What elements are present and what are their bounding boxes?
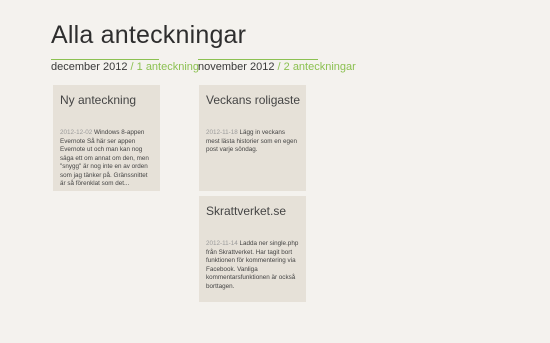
page-title: Alla anteckningar <box>51 21 247 49</box>
note-date: 2012-11-18 <box>206 129 238 136</box>
group-separator: / <box>130 61 134 73</box>
group-count: 2 anteckningar <box>283 61 356 73</box>
note-text: Ladda ner single.php från Skrattverket. … <box>206 240 299 290</box>
note-tile[interactable]: Skrattverket.se 2012-11-14 Ladda ner sin… <box>199 196 306 302</box>
group-underline <box>51 59 159 60</box>
note-tile[interactable]: Veckans roligaste 2012-11-18 Lägg in vec… <box>199 85 306 191</box>
note-preview: 2012-11-14 Ladda ner single.php från Skr… <box>206 240 299 291</box>
note-tile[interactable]: Ny anteckning 2012-12-02 Windows 8-appen… <box>53 85 160 191</box>
note-title: Ny anteckning <box>60 93 137 107</box>
group-underline <box>198 59 318 60</box>
note-preview: 2012-12-02 Windows 8-appen Evernote Så h… <box>60 129 153 189</box>
note-title: Skrattverket.se <box>206 204 287 218</box>
group-separator: / <box>277 61 281 73</box>
group-header-december[interactable]: december 2012 / 1 anteckning <box>51 59 200 74</box>
note-preview: 2012-11-18 Lägg in veckans mest lästa hi… <box>206 129 299 155</box>
note-title: Veckans roligaste <box>206 93 301 107</box>
group-header-november[interactable]: november 2012 / 2 anteckningar <box>198 59 356 74</box>
group-count: 1 anteckning <box>136 61 200 73</box>
note-text: Windows 8-appen Evernote Så här ser appe… <box>60 129 149 187</box>
note-date: 2012-12-02 <box>60 129 93 136</box>
note-date: 2012-11-14 <box>206 240 238 247</box>
group-month: december 2012 <box>51 61 128 73</box>
group-month: november 2012 <box>198 61 275 73</box>
